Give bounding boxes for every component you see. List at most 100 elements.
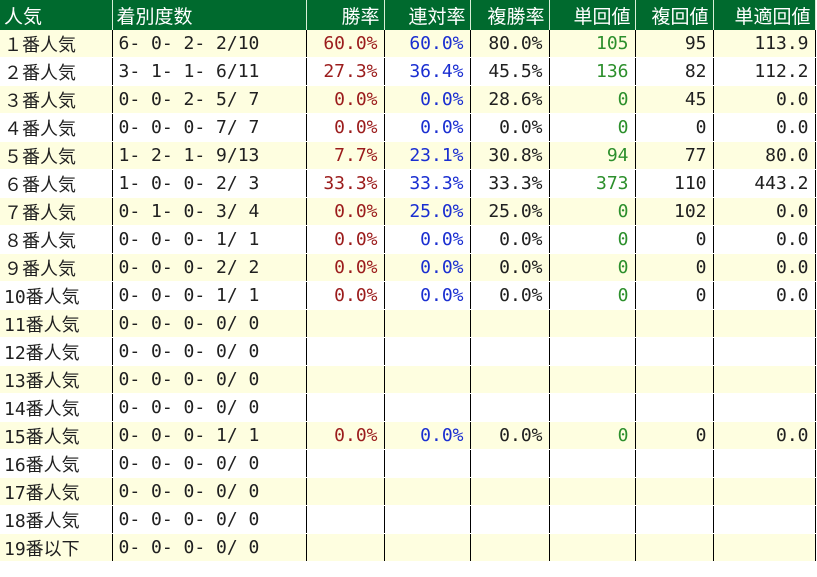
top3-rate: 28.6% <box>470 85 550 114</box>
top3-rate <box>470 393 550 422</box>
win-rate <box>306 309 385 338</box>
popularity-label: ５番人気 <box>0 141 113 170</box>
top3-rate: 0.0% <box>470 421 550 450</box>
top2-rate <box>384 533 471 562</box>
win-return <box>549 477 636 506</box>
table-row: 17番人気 0- 0- 0- 0/ 0 <box>0 477 816 506</box>
top3-rate <box>470 533 550 562</box>
top2-rate: 36.4% <box>384 57 471 86</box>
win-return <box>549 393 636 422</box>
place-return <box>635 365 714 394</box>
popularity-label: 19番以下 <box>0 533 113 562</box>
win-return <box>549 449 636 478</box>
win-return: 0 <box>549 85 636 114</box>
table-row: ９番人気 0- 0- 0- 2/ 2 0.0% 0.0% 0.0% 0 0 0.0 <box>0 253 816 282</box>
top3-rate: 25.0% <box>470 197 550 226</box>
adjusted-win-return <box>713 477 816 506</box>
win-rate: 27.3% <box>306 57 385 86</box>
top2-rate <box>384 365 471 394</box>
finish-record: 0- 0- 0- 0/ 0 <box>112 477 307 506</box>
finish-record: 0- 0- 0- 0/ 0 <box>112 533 307 562</box>
finish-record: 0- 0- 0- 0/ 0 <box>112 393 307 422</box>
top2-rate <box>384 393 471 422</box>
table-row: ８番人気 0- 0- 0- 1/ 1 0.0% 0.0% 0.0% 0 0 0.0 <box>0 225 816 254</box>
finish-record: 0- 0- 0- 1/ 1 <box>112 421 307 450</box>
table-row: １番人気 6- 0- 2- 2/10 60.0% 60.0% 80.0% 105 95 113… <box>0 30 816 58</box>
header-win-rate: 勝率 <box>306 0 385 30</box>
popularity-label: ９番人気 <box>0 253 113 282</box>
adjusted-win-return <box>713 337 816 366</box>
win-rate: 0.0% <box>306 113 385 142</box>
top2-rate: 0.0% <box>384 253 471 282</box>
finish-record: 0- 0- 0- 0/ 0 <box>112 309 307 338</box>
popularity-label: 14番人気 <box>0 393 113 422</box>
header-adjusted-win-return: 単適回値 <box>713 0 816 30</box>
popularity-label: 11番人気 <box>0 309 113 338</box>
place-return: 110 <box>635 169 714 198</box>
table-row: ５番人気 1- 2- 1- 9/13 7.7% 23.1% 30.8% 94 77 80.0 <box>0 141 816 170</box>
top2-rate: 0.0% <box>384 113 471 142</box>
win-rate: 0.0% <box>306 281 385 310</box>
win-rate: 0.0% <box>306 253 385 282</box>
win-rate <box>306 393 385 422</box>
header-row: 人気 着別度数 勝率 連対率 複勝率 単回値 複回値 単適回値 <box>0 0 816 30</box>
win-rate <box>306 505 385 534</box>
adjusted-win-return <box>713 449 816 478</box>
finish-record: 0- 0- 0- 0/ 0 <box>112 337 307 366</box>
table-row: 10番人気 0- 0- 0- 1/ 1 0.0% 0.0% 0.0% 0 0 0.0 <box>0 281 816 310</box>
table-row: 11番人気 0- 0- 0- 0/ 0 <box>0 309 816 338</box>
top2-rate: 23.1% <box>384 141 471 170</box>
table-row: ４番人気 0- 0- 0- 7/ 7 0.0% 0.0% 0.0% 0 0 0.0 <box>0 113 816 142</box>
win-return: 105 <box>549 30 636 58</box>
top2-rate <box>384 505 471 534</box>
win-return: 0 <box>549 281 636 310</box>
place-return <box>635 309 714 338</box>
win-return: 0 <box>549 225 636 254</box>
popularity-label: １番人気 <box>0 30 113 58</box>
top2-rate: 0.0% <box>384 281 471 310</box>
win-return <box>549 309 636 338</box>
header-top3-rate: 複勝率 <box>470 0 550 30</box>
header-top2-rate: 連対率 <box>384 0 471 30</box>
win-rate: 33.3% <box>306 169 385 198</box>
place-return: 45 <box>635 85 714 114</box>
place-return <box>635 533 714 562</box>
header-finish-record: 着別度数 <box>112 0 307 30</box>
finish-record: 0- 0- 0- 0/ 0 <box>112 505 307 534</box>
popularity-label: 18番人気 <box>0 505 113 534</box>
finish-record: 0- 0- 0- 0/ 0 <box>112 365 307 394</box>
popularity-label: 13番人気 <box>0 365 113 394</box>
win-rate: 0.0% <box>306 225 385 254</box>
table-row: 14番人気 0- 0- 0- 0/ 0 <box>0 393 816 422</box>
adjusted-win-return: 0.0 <box>713 85 816 114</box>
adjusted-win-return <box>713 505 816 534</box>
finish-record: 3- 1- 1- 6/11 <box>112 57 307 86</box>
popularity-label: ４番人気 <box>0 113 113 142</box>
finish-record: 0- 0- 0- 7/ 7 <box>112 113 307 142</box>
popularity-label: 10番人気 <box>0 281 113 310</box>
popularity-label: ７番人気 <box>0 197 113 226</box>
place-return <box>635 505 714 534</box>
popularity-label: ８番人気 <box>0 225 113 254</box>
table-row: ６番人気 1- 0- 0- 2/ 3 33.3% 33.3% 33.3% 373 110 44… <box>0 169 816 198</box>
top3-rate: 0.0% <box>470 253 550 282</box>
win-return <box>549 505 636 534</box>
popularity-label: 12番人気 <box>0 337 113 366</box>
top3-rate <box>470 365 550 394</box>
adjusted-win-return: 0.0 <box>713 225 816 254</box>
table-row: 13番人気 0- 0- 0- 0/ 0 <box>0 365 816 394</box>
win-rate <box>306 365 385 394</box>
place-return <box>635 393 714 422</box>
top3-rate: 45.5% <box>470 57 550 86</box>
table-row: 15番人気 0- 0- 0- 1/ 1 0.0% 0.0% 0.0% 0 0 0.0 <box>0 421 816 450</box>
top2-rate: 0.0% <box>384 421 471 450</box>
top2-rate: 25.0% <box>384 197 471 226</box>
top3-rate: 0.0% <box>470 225 550 254</box>
top3-rate <box>470 477 550 506</box>
win-return: 94 <box>549 141 636 170</box>
win-return: 0 <box>549 421 636 450</box>
top2-rate: 33.3% <box>384 169 471 198</box>
top3-rate: 33.3% <box>470 169 550 198</box>
finish-record: 0- 0- 0- 2/ 2 <box>112 253 307 282</box>
table-row: 18番人気 0- 0- 0- 0/ 0 <box>0 505 816 534</box>
